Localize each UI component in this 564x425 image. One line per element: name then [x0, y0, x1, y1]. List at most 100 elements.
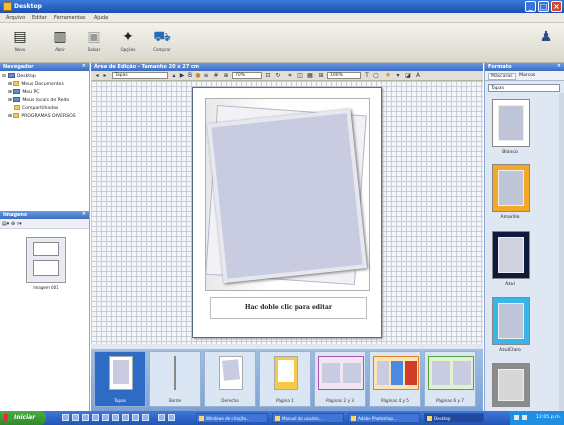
thumb-shape — [33, 242, 59, 256]
layout-thumb[interactable]: Páginas 4 y 5 — [369, 351, 421, 407]
image-icon[interactable]: ▦ — [307, 72, 313, 79]
template-item[interactable] — [492, 363, 530, 407]
layout-preview — [428, 356, 474, 390]
start-button[interactable]: Iniciar — [0, 411, 46, 425]
tray-icon[interactable] — [522, 415, 527, 420]
open-label: Abrir — [55, 47, 65, 52]
tree-label: Compartilhadas — [22, 106, 59, 111]
layers-icon[interactable]: ◫ — [297, 72, 303, 79]
tree-item-network[interactable]: ⊞ Meus locais de Rede — [2, 97, 87, 105]
vertical-scrollbar[interactable] — [559, 93, 564, 411]
color-icon[interactable]: ● — [195, 72, 201, 79]
star-icon[interactable]: ✹ — [385, 72, 391, 79]
template-item[interactable] — [492, 164, 530, 212]
zoom-icon[interactable]: ⊞ — [318, 72, 324, 79]
minimize-button[interactable]: _ — [525, 1, 536, 12]
template-label: Azul — [505, 282, 515, 287]
template-photo — [498, 105, 524, 141]
menu-ferramentas[interactable]: Ferramentas — [54, 15, 86, 21]
buy-button[interactable]: ⛟ Comprar — [148, 26, 176, 60]
bold-icon[interactable]: B — [187, 72, 193, 79]
layout-thumb[interactable]: Página 1 — [259, 351, 311, 407]
dropdown-icon[interactable]: ▾ — [395, 72, 401, 79]
tree-item-programs[interactable]: ⊞ PROGRAMAS DIVERSOS — [2, 113, 87, 121]
close-icon[interactable]: × — [82, 211, 86, 217]
zoom-icon[interactable]: ⊕ — [11, 221, 15, 227]
menu-arquivo[interactable]: Arquivo — [6, 15, 25, 21]
frame-icon[interactable]: ▢ — [373, 72, 379, 79]
image-thumbnail[interactable] — [26, 237, 66, 283]
layout-thumb[interactable]: Borde — [149, 351, 201, 407]
close-button[interactable]: × — [551, 1, 562, 12]
layout-preview — [219, 356, 243, 390]
new-button[interactable]: ▤ Novo — [6, 26, 34, 60]
album-page[interactable]: Hac doble clic para editar — [192, 87, 382, 338]
preview-photo — [322, 363, 340, 383]
next-page-icon[interactable]: ▸ — [102, 72, 108, 79]
rotate-icon[interactable]: ↻ — [275, 72, 281, 79]
template-item[interactable] — [492, 99, 530, 147]
taskbar-task[interactable]: Manual do usuário... — [272, 413, 344, 423]
folder-icon — [14, 105, 20, 110]
play-icon[interactable]: ▶ — [179, 72, 185, 79]
quicklaunch-icon[interactable] — [158, 414, 165, 421]
taskbar-task[interactable]: Desktop — [424, 413, 484, 423]
layout-thumb[interactable]: Páginas 6 y 7 — [424, 351, 476, 407]
fit-icon[interactable]: ⊡ — [265, 72, 271, 79]
user-button[interactable]: ♟ — [532, 26, 560, 60]
layout-thumb[interactable]: Tapas — [94, 351, 146, 407]
quicklaunch-icon[interactable] — [92, 414, 99, 421]
options-button[interactable]: ✦ Opções — [114, 26, 142, 60]
zoom-in-icon[interactable]: ⊕ — [223, 72, 229, 79]
quicklaunch-icon[interactable] — [102, 414, 109, 421]
window-title: Desktop — [14, 3, 42, 10]
crop-icon[interactable]: ⌗ — [287, 72, 293, 79]
quicklaunch-icon[interactable] — [132, 414, 139, 421]
layout-thumb[interactable]: Derecho — [204, 351, 256, 407]
text-icon[interactable]: T — [364, 72, 370, 79]
task-label: Windows de criação... — [206, 416, 250, 421]
format-select[interactable]: Tapas — [488, 84, 560, 92]
layout-thumb[interactable]: Páginas 2 y 3 — [314, 351, 366, 407]
template-item[interactable] — [492, 297, 530, 345]
shapes-icon[interactable]: ◪ — [405, 72, 411, 79]
tree-item-my-pc[interactable]: ⊞ Meu PC — [2, 89, 87, 97]
taskbar-task[interactable]: Windows de criação... — [196, 413, 268, 423]
align-icon[interactable]: ≡ — [203, 72, 209, 79]
font-select[interactable]: Tapas — [112, 72, 168, 79]
letter-icon[interactable]: A — [415, 72, 421, 79]
grid-icon[interactable]: # — [213, 72, 219, 79]
quicklaunch-icon[interactable] — [112, 414, 119, 421]
tab-masks[interactable]: Máscaras — [488, 73, 516, 80]
maximize-button[interactable]: □ — [538, 1, 549, 12]
tree-item-documents[interactable]: ⊞ Meus Documentos — [2, 81, 87, 89]
filter-icon[interactable]: ▿▾ — [17, 221, 22, 227]
tab-frames[interactable]: Marcos — [519, 73, 535, 78]
open-button[interactable]: ▥ Abrir — [46, 26, 74, 60]
photo-placeholder[interactable] — [207, 108, 367, 284]
tray-icon[interactable] — [514, 415, 519, 420]
tree-label: Desktop — [16, 74, 36, 79]
save-button[interactable]: ▣ Salvar — [80, 26, 108, 60]
menu-editar[interactable]: Editar — [32, 15, 47, 21]
quicklaunch-icon[interactable] — [82, 414, 89, 421]
quicklaunch-icon[interactable] — [168, 414, 175, 421]
quicklaunch-icon[interactable] — [142, 414, 149, 421]
zoom-select[interactable]: 70% — [232, 72, 262, 79]
taskbar-task[interactable]: Adobe Photoshop... — [348, 413, 420, 423]
template-item[interactable] — [492, 231, 530, 279]
caption-box[interactable]: Hac doble clic para editar — [210, 297, 367, 319]
close-icon[interactable]: × — [557, 63, 561, 69]
view-icon[interactable]: ▤▾ — [2, 221, 9, 227]
tree-item-desktop[interactable]: ⊟ Desktop — [2, 73, 87, 81]
menu-ajuda[interactable]: Ajuda — [94, 15, 108, 21]
quicklaunch-icon[interactable] — [62, 414, 69, 421]
quicklaunch-icon[interactable] — [122, 414, 129, 421]
up-icon[interactable]: ▴ — [171, 72, 177, 79]
prev-page-icon[interactable]: ◂ — [94, 72, 100, 79]
tree-item-shared[interactable]: Compartilhadas — [2, 105, 87, 113]
quicklaunch-icon[interactable] — [72, 414, 79, 421]
zoom-select-2[interactable]: 100% — [327, 72, 361, 79]
close-icon[interactable]: × — [82, 63, 86, 69]
page-canvas[interactable]: Hac doble clic para editar — [91, 81, 483, 344]
